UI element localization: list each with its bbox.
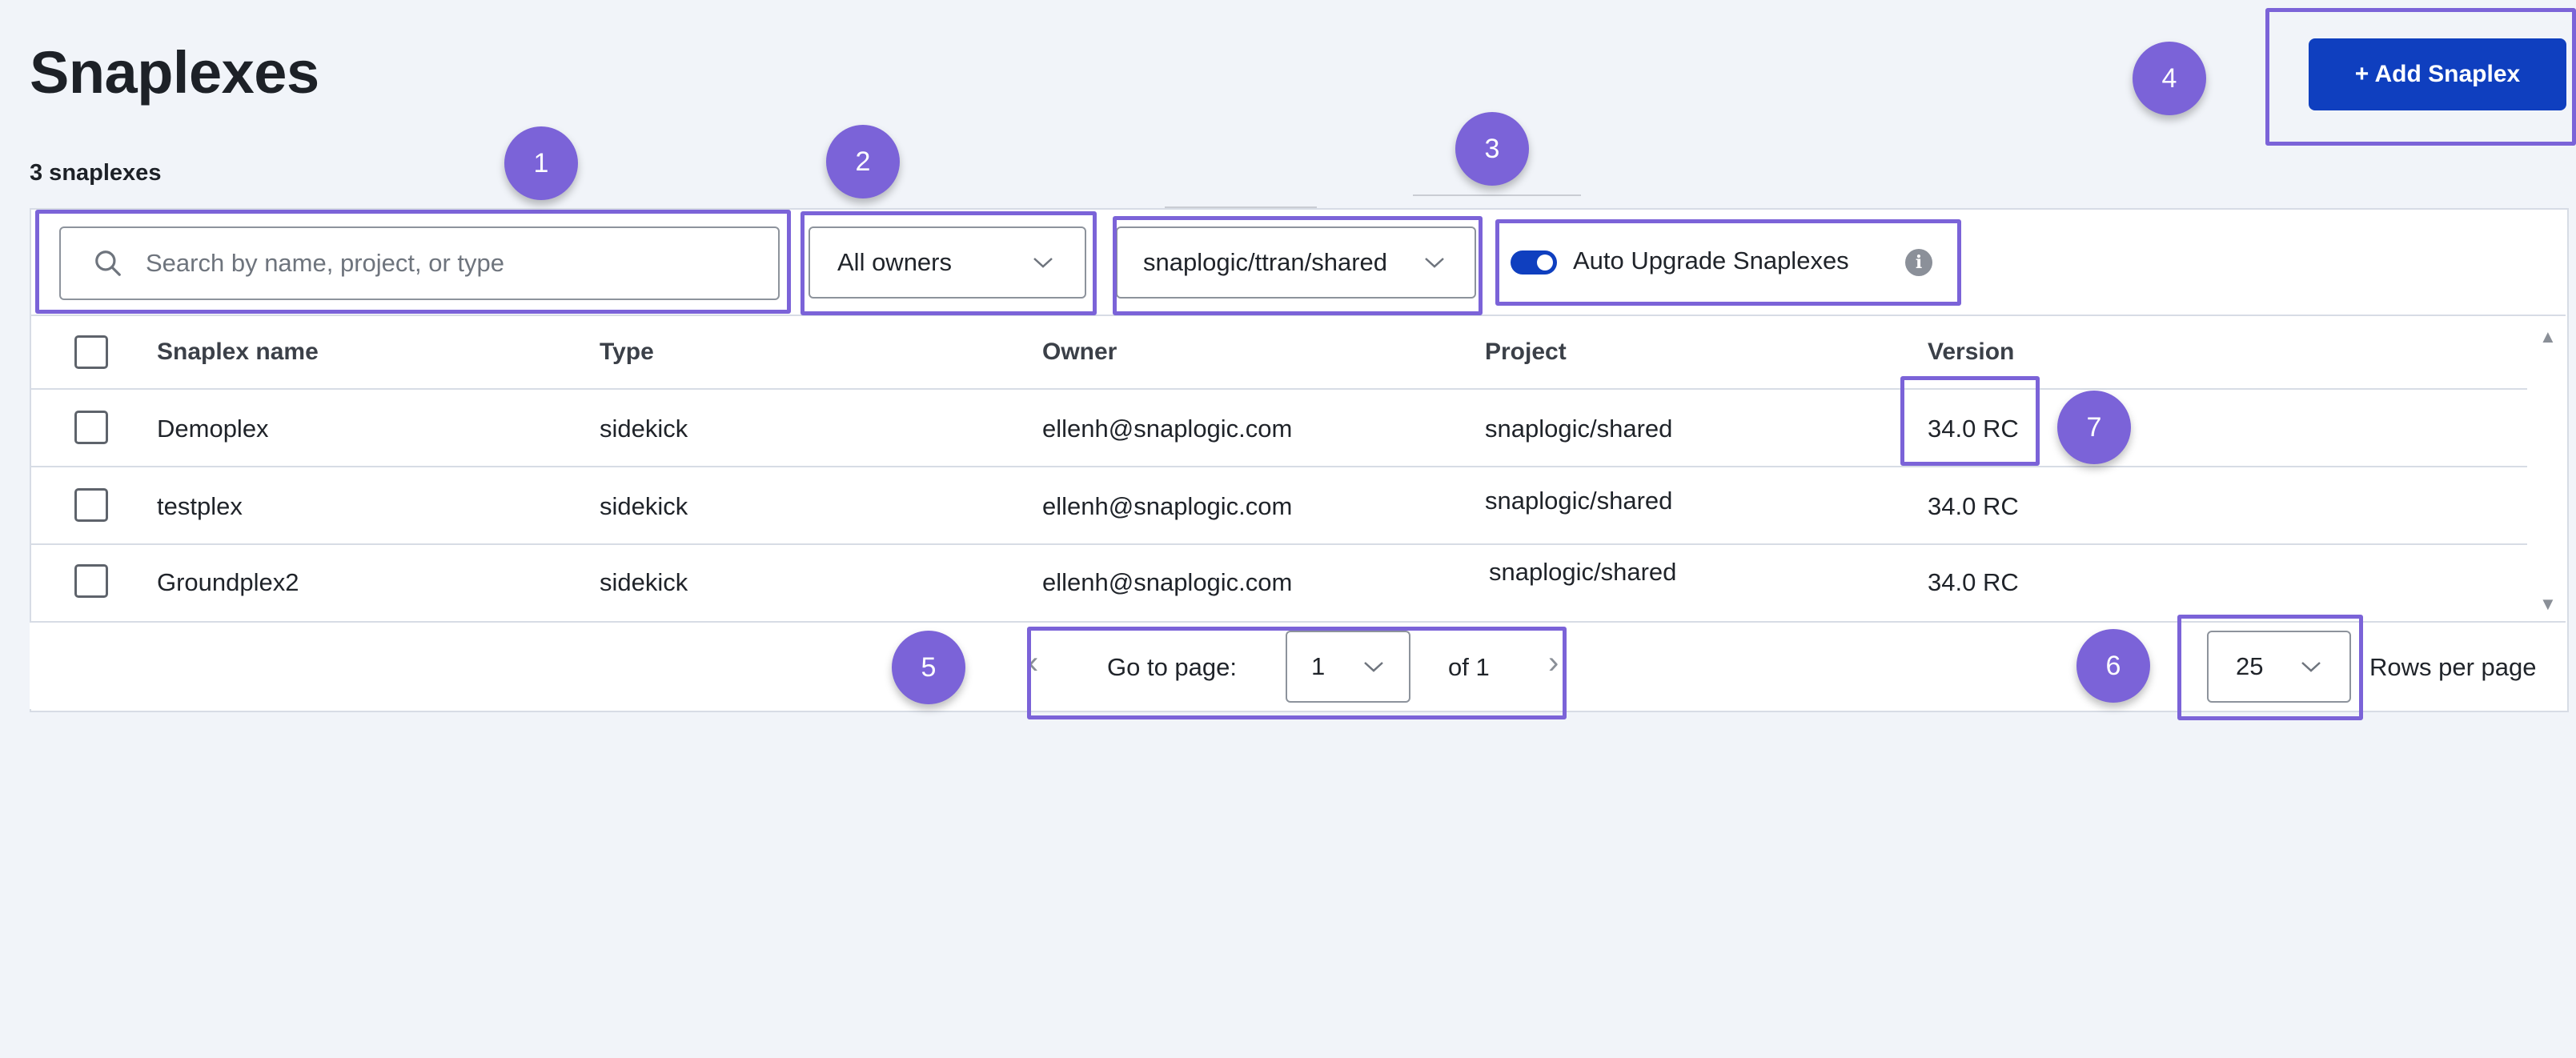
row-checkbox[interactable]	[74, 564, 108, 598]
table-cell-project: snaplogic/shared	[1489, 558, 1677, 586]
table-cell-owner: ellenh@snaplogic.com	[1042, 568, 1293, 596]
table-cell-name[interactable]: Groundplex2	[157, 568, 299, 597]
annotation-badge-2: 2	[826, 125, 900, 198]
annotation-box-3	[1113, 216, 1483, 315]
row-checkbox[interactable]	[74, 488, 108, 522]
page-title: Snaplexes	[30, 39, 319, 106]
annotation-badge-1: 1	[504, 126, 578, 200]
annotation-box-4	[2265, 8, 2576, 146]
select-all-checkbox[interactable]	[74, 335, 108, 369]
table-cell-name[interactable]: testplex	[157, 492, 243, 521]
annotation-box-3b	[1495, 219, 1961, 306]
row-divider	[30, 543, 2527, 545]
column-header-type[interactable]: Type	[600, 339, 654, 366]
table-cell-version: 34.0 RC	[1928, 568, 2019, 596]
scroll-down-arrow[interactable]: ▼	[2539, 594, 2557, 615]
annotation-badge-4: 4	[2133, 42, 2206, 115]
table-cell-type: sidekick	[600, 568, 688, 596]
divider-line	[1165, 206, 1317, 208]
annotation-box-5	[1027, 627, 1567, 719]
table-cell-type: sidekick	[600, 492, 688, 520]
scroll-up-arrow[interactable]: ▲	[2539, 327, 2557, 347]
annotation-badge-5: 5	[892, 631, 965, 704]
table-cell-name[interactable]: Demoplex	[157, 415, 269, 443]
annotation-box-1	[35, 210, 791, 314]
annotation-badge-7: 7	[2057, 391, 2131, 464]
row-divider	[30, 388, 2527, 390]
annotation-box-2	[800, 211, 1097, 315]
table-cell-project: snaplogic/shared	[1485, 487, 1673, 515]
table-cell-version: 34.0 RC	[1928, 492, 2019, 520]
table-cell-type: sidekick	[600, 415, 688, 443]
annotation-badge-3: 3	[1455, 112, 1529, 186]
column-header-owner[interactable]: Owner	[1042, 339, 1117, 366]
annotation-box-7	[1900, 376, 2040, 466]
table-cell-owner: ellenh@snaplogic.com	[1042, 415, 1293, 443]
annotation-box-6	[2177, 615, 2363, 720]
snaplex-count: 3 snaplexes	[30, 160, 162, 186]
column-header-project[interactable]: Project	[1485, 339, 1567, 366]
column-header-name[interactable]: Snaplex name	[157, 339, 319, 366]
rows-per-page-label: Rows per page	[2369, 653, 2537, 681]
annotation-badge-6: 6	[2076, 629, 2150, 703]
divider-line	[1413, 194, 1581, 196]
table-cell-project: snaplogic/shared	[1485, 415, 1673, 443]
row-divider	[30, 466, 2527, 467]
column-header-version[interactable]: Version	[1928, 339, 2014, 366]
table-cell-owner: ellenh@snaplogic.com	[1042, 492, 1293, 520]
row-checkbox[interactable]	[74, 411, 108, 444]
